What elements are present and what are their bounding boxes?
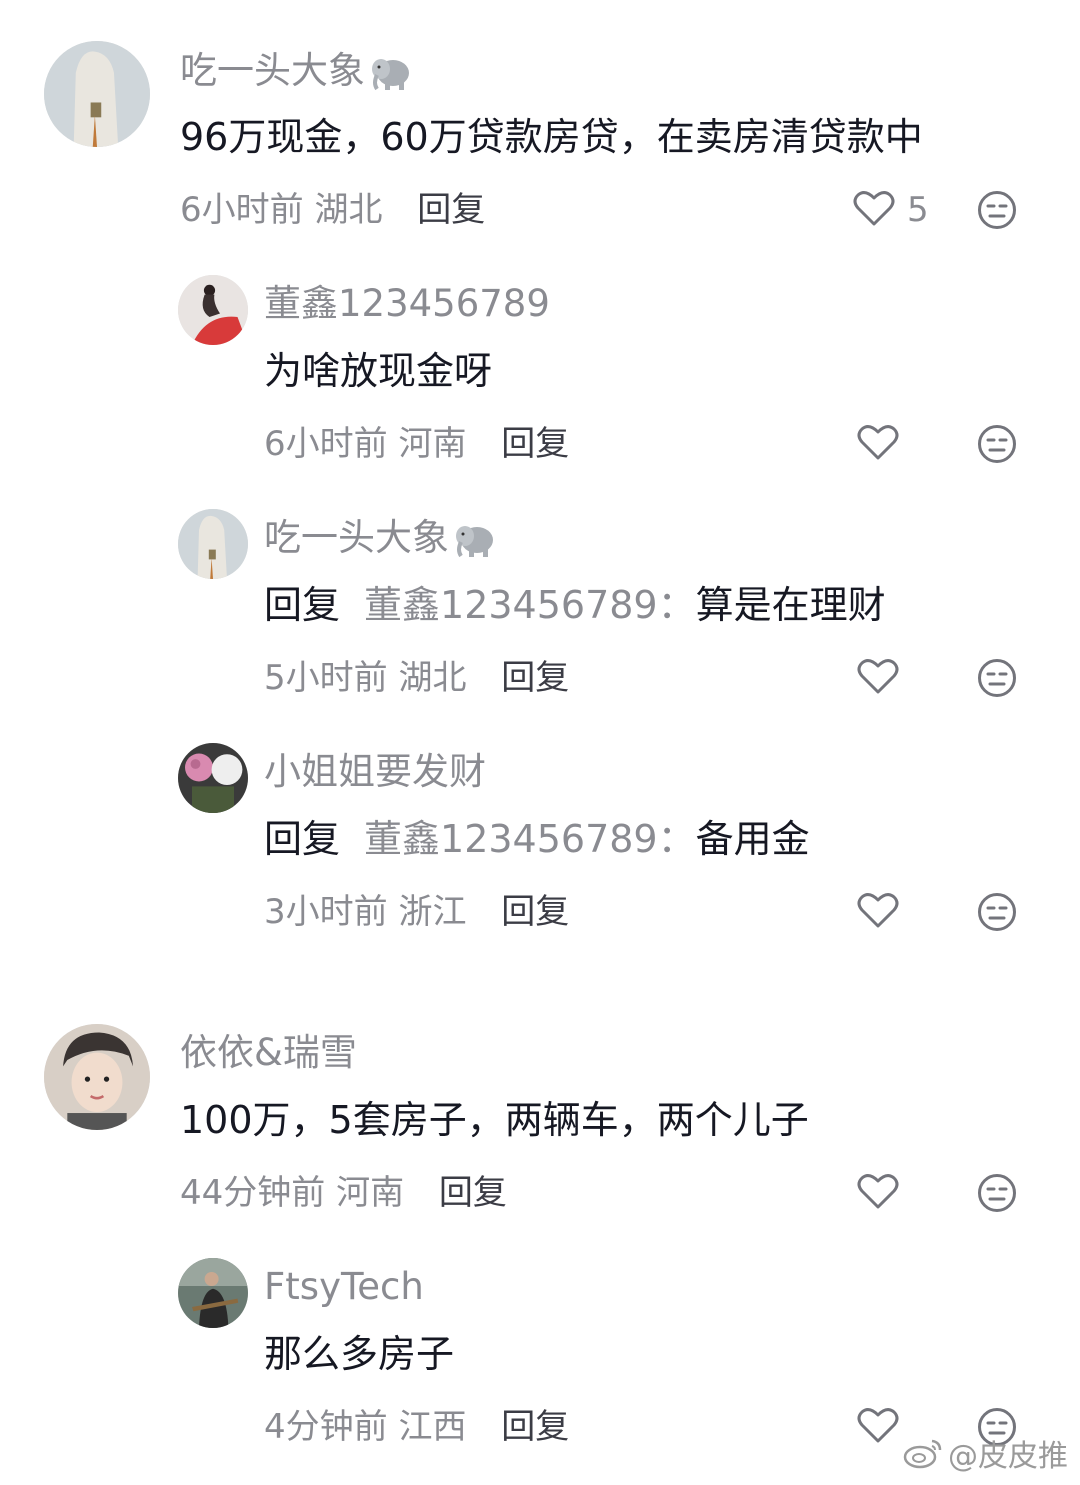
reply-author-name[interactable]: 吃一头大象: [264, 516, 497, 560]
comment-author-name[interactable]: 吃一头大象: [180, 49, 413, 93]
reply-text: 为啥放现金呀: [264, 349, 493, 393]
comment-location: 河南: [336, 1173, 405, 1213]
meh-face-icon: [978, 893, 1016, 931]
reply-time: 5小时前: [264, 658, 388, 698]
meh-face-icon: [978, 659, 1016, 697]
reply-body: 备用金: [695, 817, 810, 861]
like-button[interactable]: [857, 1172, 899, 1214]
avatar[interactable]: [178, 743, 248, 813]
heart-outline-icon: [857, 657, 899, 699]
like-count: 5: [907, 190, 929, 230]
reply-button[interactable]: 回复: [501, 1407, 569, 1447]
reply-location: 湖北: [398, 658, 467, 698]
reply-time: 3小时前: [264, 892, 388, 932]
reply-body: 算是在理财: [695, 583, 886, 627]
meh-face-icon: [978, 425, 1016, 463]
comment-time: 44分钟前: [180, 1173, 326, 1213]
like-button[interactable]: [857, 1406, 899, 1448]
reply-author-name[interactable]: 小姐姐要发财: [264, 750, 486, 794]
elephant-emoji-icon: [369, 53, 413, 93]
heart-outline-icon: [857, 891, 899, 933]
meh-face-icon: [978, 191, 1016, 229]
comment-author-name[interactable]: 依依&瑞雪: [180, 1031, 357, 1075]
reply-time: 4分钟前: [264, 1407, 388, 1447]
watermark: @皮皮推: [902, 1431, 1068, 1475]
reply-button[interactable]: 回复: [501, 658, 569, 698]
avatar[interactable]: [178, 275, 248, 345]
avatar[interactable]: [178, 1258, 248, 1328]
dislike-button[interactable]: [977, 658, 1017, 698]
like-button[interactable]: [857, 423, 899, 465]
reply-meta: 5小时前 湖北 回复: [264, 657, 569, 699]
like-button[interactable]: [857, 657, 899, 699]
reply-meta: 4分钟前 江西 回复: [264, 1406, 569, 1448]
reply-location: 江西: [398, 1407, 467, 1447]
reply-meta: 6小时前 河南 回复: [264, 423, 569, 465]
dislike-button[interactable]: [977, 1173, 1017, 1213]
avatar[interactable]: [178, 509, 248, 579]
reply-text: 回复 董鑫123456789：备用金: [264, 816, 810, 862]
reply-text: 回复 董鑫123456789：算是在理财: [264, 582, 886, 628]
comment-text: 100万，5套房子，两辆车，两个儿子: [180, 1098, 809, 1142]
reply-location: 河南: [398, 424, 467, 464]
reply-button[interactable]: 回复: [501, 892, 569, 932]
comment-meta: 44分钟前 河南 回复: [180, 1172, 507, 1214]
weibo-logo-icon: [903, 1439, 942, 1469]
reply-author-name[interactable]: 董鑫123456789: [264, 282, 550, 326]
meh-face-icon: [978, 1174, 1016, 1212]
dislike-button[interactable]: [977, 424, 1017, 464]
like-button[interactable]: 5: [853, 189, 929, 231]
dislike-button[interactable]: [977, 190, 1017, 230]
mention[interactable]: 董鑫123456789：: [364, 583, 696, 627]
reply-button[interactable]: 回复: [417, 190, 485, 230]
like-button[interactable]: [857, 891, 899, 933]
comment-location: 湖北: [314, 190, 383, 230]
elephant-emoji-icon: [453, 520, 497, 560]
reply-button[interactable]: 回复: [501, 424, 569, 464]
heart-outline-icon: [857, 1406, 899, 1448]
reply-author-name[interactable]: FtsyTech: [264, 1265, 424, 1309]
comment-meta: 6小时前 湖北 回复: [180, 189, 485, 231]
mention[interactable]: 董鑫123456789：: [364, 817, 696, 861]
reply-meta: 3小时前 浙江 回复: [264, 891, 569, 933]
avatar[interactable]: [44, 41, 150, 147]
reply-prefix: 回复: [264, 817, 341, 861]
heart-outline-icon: [857, 423, 899, 465]
avatar[interactable]: [44, 1024, 150, 1130]
heart-outline-icon: [857, 1172, 899, 1214]
heart-outline-icon: [853, 189, 895, 231]
reply-button[interactable]: 回复: [439, 1173, 507, 1213]
reply-prefix: 回复: [264, 583, 341, 627]
reply-time: 6小时前: [264, 424, 388, 464]
watermark-text: @皮皮推: [948, 1439, 1068, 1474]
reply-text: 那么多房子: [264, 1332, 455, 1376]
dislike-button[interactable]: [977, 892, 1017, 932]
comment-time: 6小时前: [180, 190, 304, 230]
comment-text: 96万现金，60万贷款房贷，在卖房清贷款中: [180, 115, 923, 159]
reply-location: 浙江: [398, 892, 467, 932]
